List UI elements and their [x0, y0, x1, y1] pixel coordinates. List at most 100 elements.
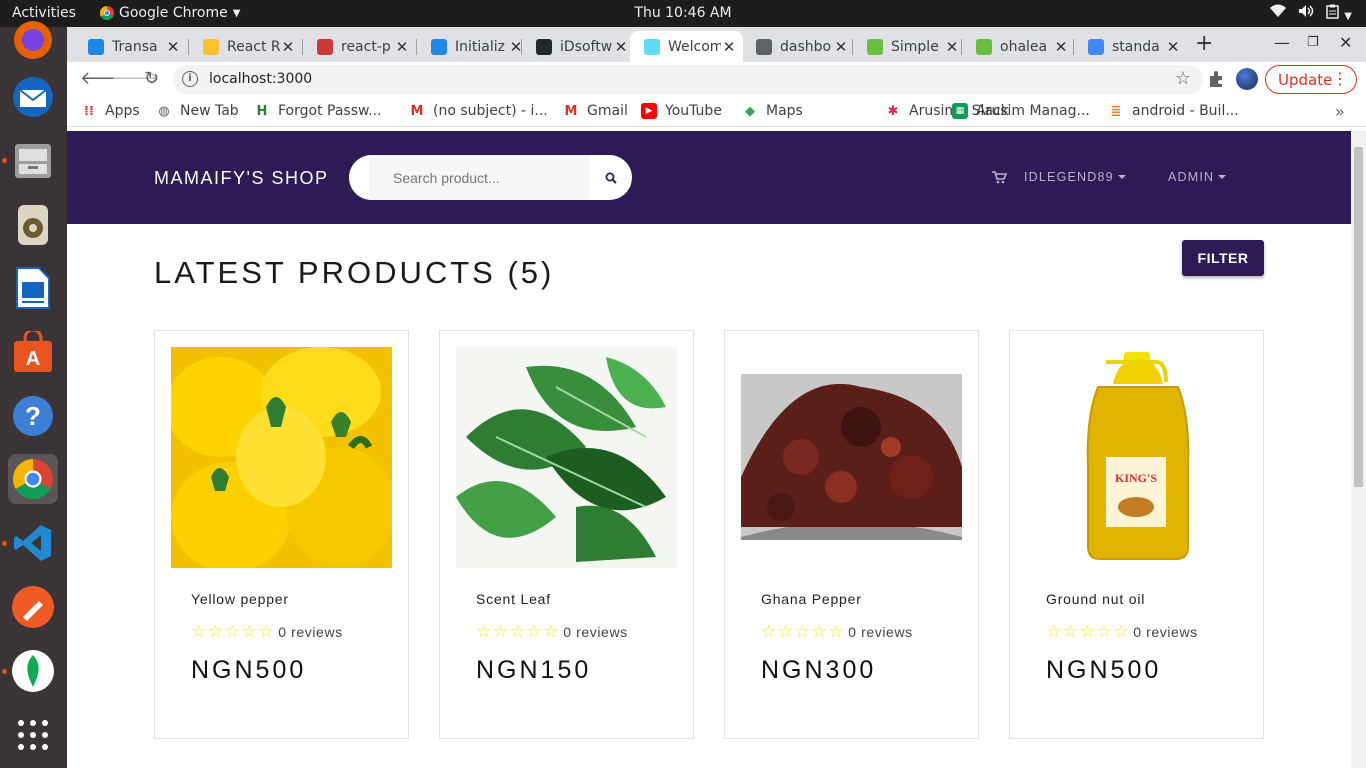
close-tab-icon[interactable]: ✕ [1053, 38, 1069, 56]
star-icon: ☆ [191, 622, 207, 641]
new-tab-button[interactable]: + [1195, 31, 1213, 56]
show-applications-button[interactable] [8, 710, 58, 760]
product-image[interactable]: KING'S [1026, 347, 1247, 568]
bookmark-item[interactable]: M (no subject) - i... [409, 103, 548, 119]
running-indicator [2, 669, 7, 674]
volume-icon[interactable] [1298, 4, 1314, 23]
cart-link[interactable] [992, 171, 1007, 184]
extensions-icon[interactable] [1207, 70, 1225, 92]
more-menu-icon: ⋮ [1332, 69, 1348, 88]
product-name-link[interactable]: Ghana Pepper [761, 591, 862, 607]
update-label: Update [1278, 70, 1333, 89]
bookmark-label: New Tab [180, 103, 239, 119]
vscode-launcher[interactable] [8, 518, 58, 568]
filter-button[interactable]: FILTER [1182, 240, 1264, 276]
globe-icon: ◍ [158, 103, 170, 119]
app-menu-label: Google Chrome [119, 5, 228, 21]
tab-4[interactable]: iDsoftw ✕ [522, 31, 635, 62]
bookmark-item[interactable]: ◍ New Tab [156, 103, 239, 119]
writer-launcher[interactable] [8, 263, 58, 313]
restore-button[interactable]: ❐ [1307, 35, 1319, 50]
close-window-button[interactable]: ✕ [1339, 33, 1352, 52]
bookmark-star-icon[interactable]: ☆ [1175, 68, 1191, 89]
app-menu[interactable]: Google Chrome ▼ [100, 5, 240, 21]
files-launcher[interactable] [8, 136, 58, 186]
emoji-icon [203, 38, 219, 55]
chevron-down-icon: ▼ [1344, 11, 1352, 22]
npm-icon [317, 38, 333, 55]
star-icon: ☆ [1113, 622, 1129, 641]
mongodb-compass-launcher[interactable] [8, 646, 58, 696]
tab-6[interactable]: dashbo ✕ [742, 31, 855, 62]
bookmark-item[interactable]: H Forgot Passw... [254, 103, 382, 119]
product-name-link[interactable]: Yellow pepper [191, 591, 289, 607]
tab-5[interactable]: Welcom ✕ [630, 31, 743, 62]
star-icon: ☆ [777, 622, 794, 641]
search-input[interactable] [369, 155, 590, 200]
bookmark-item[interactable]: ◆ Maps [742, 103, 803, 119]
site-brand[interactable]: MAMAIFY'S SHOP [154, 168, 328, 189]
firefox-launcher[interactable] [8, 15, 58, 65]
close-tab-icon[interactable]: ✕ [280, 38, 296, 56]
system-top-bar: Activities Google Chrome ▼ Thu 10:46 AM … [0, 0, 1366, 27]
google-icon [1088, 38, 1104, 55]
tab-1[interactable]: React R ✕ [189, 31, 302, 62]
wifi-icon[interactable] [1270, 4, 1287, 23]
avatar[interactable] [1236, 68, 1258, 90]
close-tab-icon[interactable]: ✕ [613, 38, 629, 56]
product-rating: ☆ ☆ ☆ ☆ ☆ 0 reviews [1046, 623, 1198, 640]
product-image[interactable] [171, 347, 392, 568]
bookmark-item[interactable]: ≣ android - Buil... [1108, 103, 1239, 119]
tab-3[interactable]: Initializ ✕ [417, 31, 530, 62]
address-bar[interactable]: i localhost:3000 ☆ [173, 65, 1203, 94]
star-icon: ☆ [241, 622, 257, 641]
user-menu[interactable]: IDLEGEND89 [1024, 170, 1126, 184]
product-image[interactable] [456, 347, 677, 568]
product-name-link[interactable]: Scent Leaf [476, 591, 551, 607]
thunderbird-launcher[interactable] [8, 72, 58, 122]
postman-launcher[interactable] [8, 582, 58, 632]
close-tab-icon[interactable]: ✕ [1165, 38, 1181, 56]
tab-8[interactable]: ohalea ✕ [962, 31, 1075, 62]
page-scrollbar[interactable] [1351, 131, 1366, 768]
maps-icon: ◆ [745, 103, 755, 119]
scrollbar-thumb[interactable] [1354, 147, 1363, 487]
update-button[interactable]: Update ⋮ [1265, 65, 1357, 94]
product-price: NGN150 [476, 656, 592, 684]
postman-icon [12, 586, 54, 628]
clock[interactable]: Thu 10:46 AM [634, 5, 731, 21]
bookmarks-overflow-icon[interactable]: » [1335, 102, 1345, 121]
bookmark-item[interactable]: ⁞⁞ Apps [81, 103, 140, 119]
tab-9[interactable]: standa ✕ [1074, 31, 1187, 62]
reload-button[interactable]: ↻ [144, 68, 159, 89]
bookmark-label: android - Buil... [1132, 103, 1239, 119]
close-tab-icon[interactable]: ✕ [833, 38, 849, 56]
admin-menu[interactable]: ADMIN [1168, 170, 1227, 184]
rhythmbox-launcher[interactable] [8, 200, 58, 250]
close-tab-icon[interactable]: ✕ [944, 38, 960, 56]
files-icon [15, 144, 51, 178]
power-menu[interactable]: ▼ [1326, 4, 1352, 23]
software-launcher[interactable]: A [8, 327, 58, 377]
tab-7[interactable]: Simple ✕ [853, 31, 966, 62]
close-tab-icon[interactable]: ✕ [721, 38, 737, 56]
help-launcher[interactable]: ? [8, 391, 58, 441]
minimize-button[interactable]: — [1274, 33, 1290, 52]
tab-2[interactable]: react-p ✕ [303, 31, 416, 62]
url-text[interactable]: localhost:3000 [209, 71, 312, 87]
search-button[interactable] [590, 155, 632, 200]
bookmark-item[interactable]: M Gmail [563, 103, 628, 119]
tab-0[interactable]: Transa ✕ [74, 31, 187, 62]
bookmark-item[interactable]: ▶ YouTube [641, 103, 722, 119]
product-image[interactable] [741, 347, 962, 568]
close-tab-icon[interactable]: ✕ [394, 38, 410, 56]
star-icon: ☆ [224, 622, 240, 641]
bookmark-label: Forgot Passw... [278, 103, 382, 119]
bookmark-item[interactable]: ▦ Arusim Manag... [952, 103, 1090, 119]
product-name-link[interactable]: Ground nut oil [1046, 591, 1145, 607]
star-icon: ☆ [207, 622, 224, 641]
chrome-launcher[interactable] [8, 454, 58, 504]
info-icon[interactable]: i [182, 71, 198, 87]
close-tab-icon[interactable]: ✕ [165, 38, 181, 56]
slack-icon: ✱ [887, 103, 899, 119]
